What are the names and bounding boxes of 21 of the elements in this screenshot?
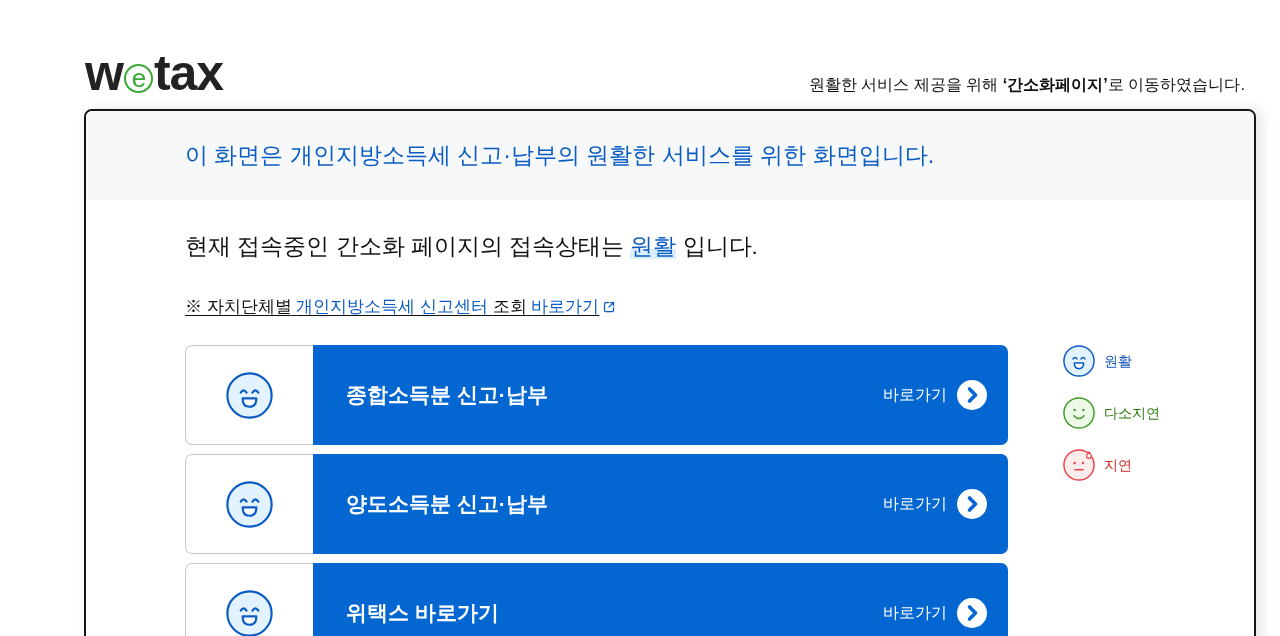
go-button[interactable]: 바로가기 xyxy=(883,489,987,519)
legend-label: 다소지연 xyxy=(1104,403,1160,423)
chevron-right-icon xyxy=(957,380,987,410)
service-title: 종합소득분 신고·납부 xyxy=(346,381,548,408)
tax-center-link[interactable]: ※ 자치단체별 개인지방소득세 신고센터 조회 바로가기 xyxy=(185,295,600,319)
service-panel[interactable]: 양도소득분 신고·납부 바로가기 xyxy=(313,454,1008,554)
external-link-icon xyxy=(603,301,616,313)
legend-label: 원활 xyxy=(1104,351,1132,371)
banner-message: 이 화면은 개인지방소득세 신고·납부의 원활한 서비스를 위한 화면입니다. xyxy=(185,141,935,171)
wetax-logo[interactable]: w e tax xyxy=(85,48,224,104)
chevron-right-icon xyxy=(957,598,987,628)
service-title: 위택스 바로가기 xyxy=(346,599,499,626)
status-message: 현재 접속중인 간소화 페이지의 접속상태는 원활 입니다. xyxy=(185,233,758,261)
go-button[interactable]: 바로가기 xyxy=(883,598,987,628)
redirect-notice: 원활한 서비스 제공을 위해 ‘간소화페이지’로 이동하였습니다. xyxy=(808,74,1245,95)
legend-label: 지연 xyxy=(1104,455,1132,475)
chevron-right-icon xyxy=(957,489,987,519)
go-button[interactable]: 바로가기 xyxy=(883,380,987,410)
service-title: 양도소득분 신고·납부 xyxy=(346,490,548,517)
service-panel[interactable]: 종합소득분 신고·납부 바로가기 xyxy=(313,345,1008,445)
service-panel[interactable]: 위택스 바로가기 바로가기 xyxy=(313,563,1008,636)
